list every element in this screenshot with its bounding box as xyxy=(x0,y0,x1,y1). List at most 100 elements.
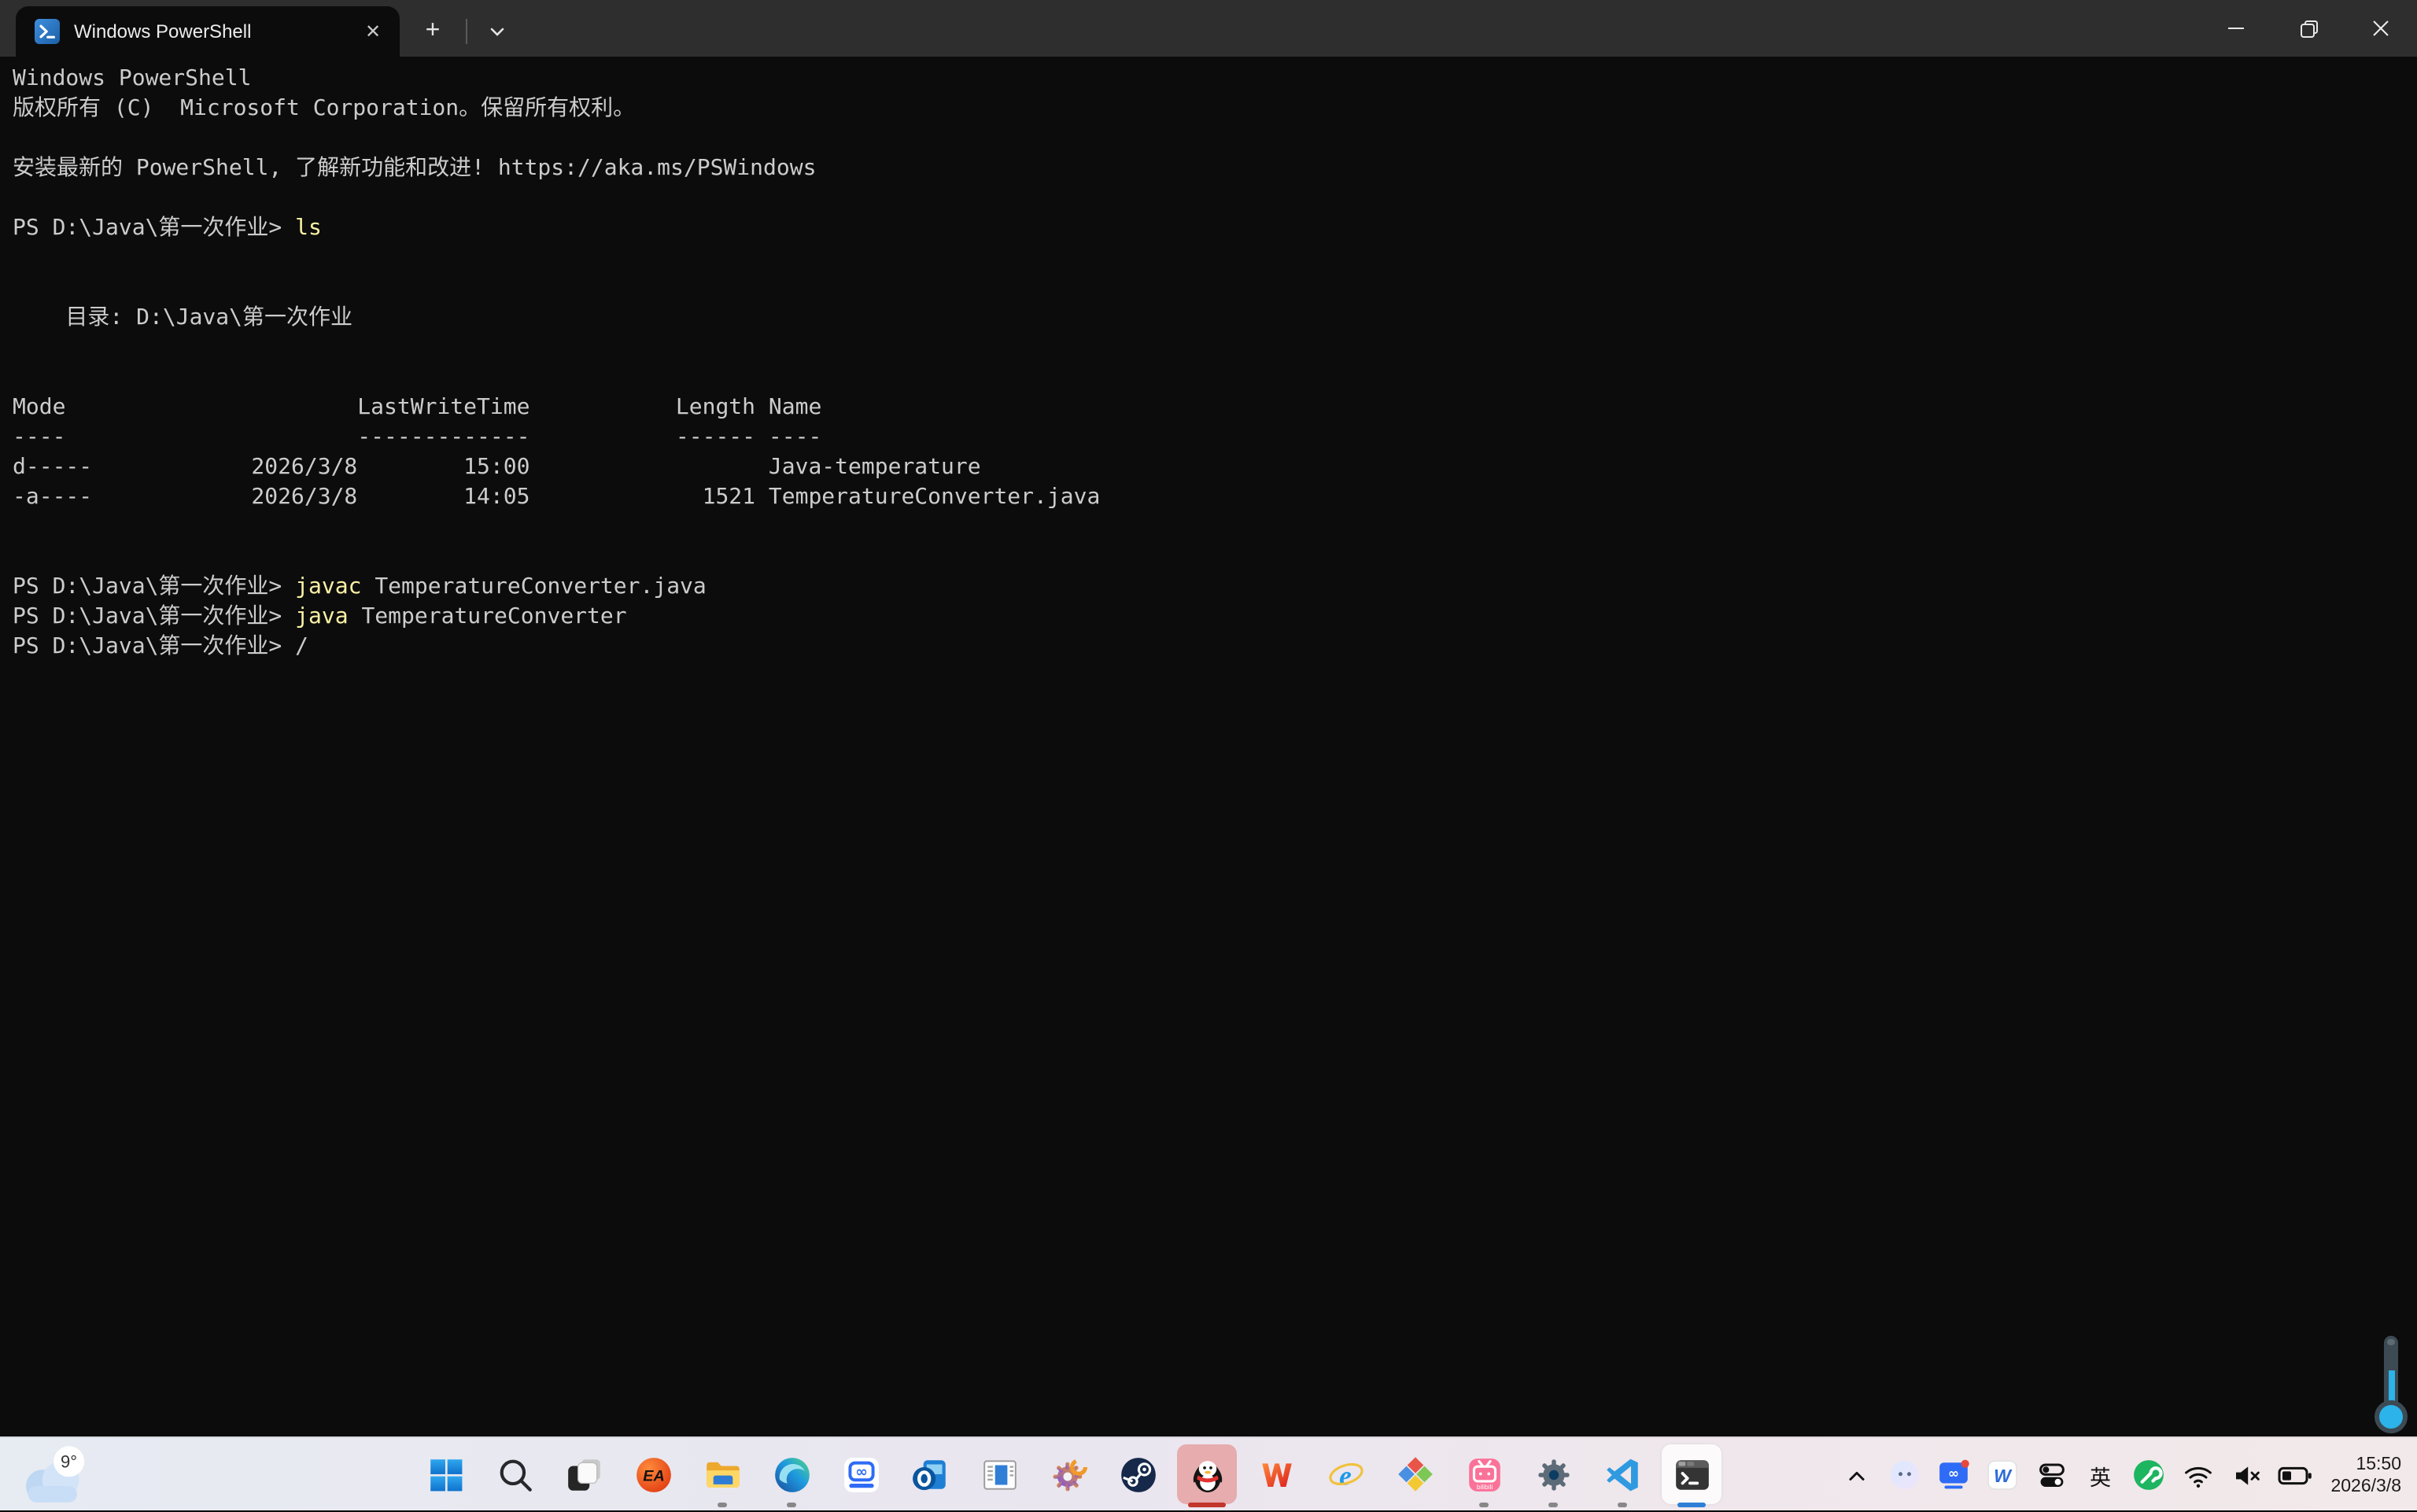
start-icon xyxy=(426,1455,465,1495)
terminal-line xyxy=(13,244,2404,274)
taskbar-infinity-app[interactable]: ∞ xyxy=(826,1440,895,1510)
diamond-app-icon xyxy=(1395,1455,1434,1495)
steam-icon xyxy=(1118,1455,1157,1495)
terminal-line xyxy=(13,513,2404,543)
terminal-line xyxy=(13,184,2404,214)
tray-assistant[interactable] xyxy=(1880,1448,1929,1502)
edge-running-indicator xyxy=(787,1502,796,1506)
taskbar-bilibili[interactable]: bilibili xyxy=(1449,1440,1518,1510)
terminal-line: PS D:\Java\第一次作业> java TemperatureConver… xyxy=(13,603,2404,632)
taskbar-settings[interactable] xyxy=(1518,1440,1588,1510)
settings-running-indicator xyxy=(1548,1502,1558,1506)
terminal-line: 版权所有 (C) Microsoft Corporation。保留所有权利。 xyxy=(13,94,2404,124)
wps-office-icon xyxy=(1256,1455,1296,1495)
terminal-line: 目录: D:\Java\第一次作业 xyxy=(13,304,2404,334)
taskbar-task-view[interactable] xyxy=(549,1440,618,1510)
terminal-line: PS D:\Java\第一次作业> javac TemperatureConve… xyxy=(13,573,2404,603)
terminal-line xyxy=(13,274,2404,304)
taskbar-qq[interactable] xyxy=(1172,1440,1242,1510)
thermometer-graphic xyxy=(2370,1336,2411,1433)
report-app-icon xyxy=(980,1455,1019,1495)
bilibili-icon: bilibili xyxy=(1464,1455,1504,1495)
weather-widget[interactable]: 9° xyxy=(16,1444,116,1507)
tray-green-tool[interactable] xyxy=(2124,1448,2173,1502)
terminal-line: -a---- 2026/3/8 14:05 1521 TemperatureCo… xyxy=(13,483,2404,513)
restore-icon xyxy=(2298,18,2319,39)
svg-text:∞: ∞ xyxy=(854,1464,867,1481)
tab-dropdown-button[interactable] xyxy=(474,9,521,53)
new-tab-button[interactable]: + xyxy=(409,9,456,53)
tray-ime[interactable]: 英 xyxy=(2076,1448,2124,1502)
taskbar-vscode[interactable] xyxy=(1588,1440,1657,1510)
tray-infinity-tray[interactable]: ∞ xyxy=(1929,1448,1978,1502)
task-view-icon xyxy=(564,1455,603,1495)
clock-date: 2026/3/8 xyxy=(2330,1475,2401,1497)
taskbar-file-explorer[interactable] xyxy=(688,1440,757,1510)
taskbar: 9° EA ∞ e bilibili ∞ W 英 15:502026/3/8 xyxy=(0,1436,2417,1510)
terminal-viewport[interactable]: Windows PowerShell版权所有 (C) Microsoft Cor… xyxy=(0,57,2417,1436)
minimize-icon xyxy=(2227,19,2245,38)
tray-tray-chevron-up[interactable] xyxy=(1832,1448,1880,1502)
file-explorer-running-indicator xyxy=(718,1502,727,1506)
taskbar-clock[interactable]: 15:502026/3/8 xyxy=(2330,1453,2408,1497)
edge-icon xyxy=(772,1455,811,1495)
green-tool-icon xyxy=(2132,1459,2165,1492)
vscode-icon xyxy=(1603,1455,1642,1495)
settings-icon xyxy=(1533,1455,1573,1495)
search-icon xyxy=(495,1455,534,1495)
terminal-line: d----- 2026/3/8 15:00 Java-temperature xyxy=(13,453,2404,483)
tabbar-divider xyxy=(466,19,467,44)
vscode-running-indicator xyxy=(1618,1502,1627,1506)
terminal-line: PS D:\Java\第一次作业> ls xyxy=(13,214,2404,244)
taskbar-wps-office[interactable] xyxy=(1242,1440,1311,1510)
taskbar-repair-tool[interactable] xyxy=(1034,1440,1103,1510)
tab-close-icon[interactable]: ✕ xyxy=(356,14,390,49)
toggles-icon xyxy=(2035,1459,2067,1491)
screen: Windows PowerShell ✕ + Windows PowerShel… xyxy=(0,0,2417,1510)
tray-wifi[interactable] xyxy=(2173,1448,2222,1502)
qq-running-indicator xyxy=(1188,1502,1226,1506)
taskbar-internet-explorer[interactable]: e xyxy=(1311,1440,1380,1510)
close-button[interactable] xyxy=(2345,0,2417,57)
window-controls xyxy=(2200,0,2417,57)
terminal-line: PS D:\Java\第一次作业> / xyxy=(13,632,2404,662)
taskbar-report-app[interactable] xyxy=(965,1440,1034,1510)
infinity-app-icon: ∞ xyxy=(841,1455,880,1495)
minimize-button[interactable] xyxy=(2200,0,2272,57)
taskbar-search[interactable] xyxy=(480,1440,549,1510)
internet-explorer-icon: e xyxy=(1326,1455,1365,1495)
ea-app-icon: EA xyxy=(633,1455,673,1495)
terminal-line: 安装最新的 PowerShell, 了解新功能和改进! https://aka.… xyxy=(13,154,2404,184)
tray-volume-muted[interactable] xyxy=(2222,1448,2271,1502)
windows-terminal-running-indicator xyxy=(1677,1502,1706,1506)
ime-indicator: 英 xyxy=(2082,1459,2119,1491)
svg-text:bilibili: bilibili xyxy=(1476,1483,1493,1491)
terminal-output: Windows PowerShell版权所有 (C) Microsoft Cor… xyxy=(0,57,2417,670)
assistant-icon xyxy=(1888,1459,1921,1492)
tray-w-app-tray[interactable]: W xyxy=(1978,1448,2027,1502)
terminal-line xyxy=(13,543,2404,573)
infinity-tray-icon: ∞ xyxy=(1937,1459,1970,1492)
file-explorer-icon xyxy=(703,1455,742,1495)
taskbar-windows-terminal[interactable] xyxy=(1657,1440,1726,1510)
windows-terminal-icon xyxy=(1672,1455,1711,1495)
taskbar-edge[interactable] xyxy=(757,1440,826,1510)
outlook-icon xyxy=(910,1455,950,1495)
taskbar-ea-app[interactable]: EA xyxy=(618,1440,688,1510)
taskbar-start[interactable] xyxy=(411,1440,480,1510)
svg-text:EA: EA xyxy=(642,1468,663,1485)
tab-title: Windows PowerShell xyxy=(74,20,356,42)
svg-text:∞: ∞ xyxy=(1948,1465,1959,1481)
cloud-icon: 9° xyxy=(16,1443,98,1509)
taskbar-diamond-app[interactable] xyxy=(1380,1440,1449,1510)
taskbar-outlook[interactable] xyxy=(895,1440,965,1510)
tray-battery[interactable] xyxy=(2271,1448,2319,1502)
terminal-line: Mode LastWriteTime Length Name xyxy=(13,393,2404,423)
tray-toggles[interactable] xyxy=(2027,1448,2076,1502)
terminal-line xyxy=(13,363,2404,393)
restore-button[interactable] xyxy=(2272,0,2345,57)
wifi-icon xyxy=(2182,1459,2213,1491)
taskbar-steam[interactable] xyxy=(1103,1440,1172,1510)
window-titlebar: Windows PowerShell ✕ + xyxy=(0,0,2417,57)
tab-windows-powershell[interactable]: Windows PowerShell ✕ xyxy=(16,6,400,57)
